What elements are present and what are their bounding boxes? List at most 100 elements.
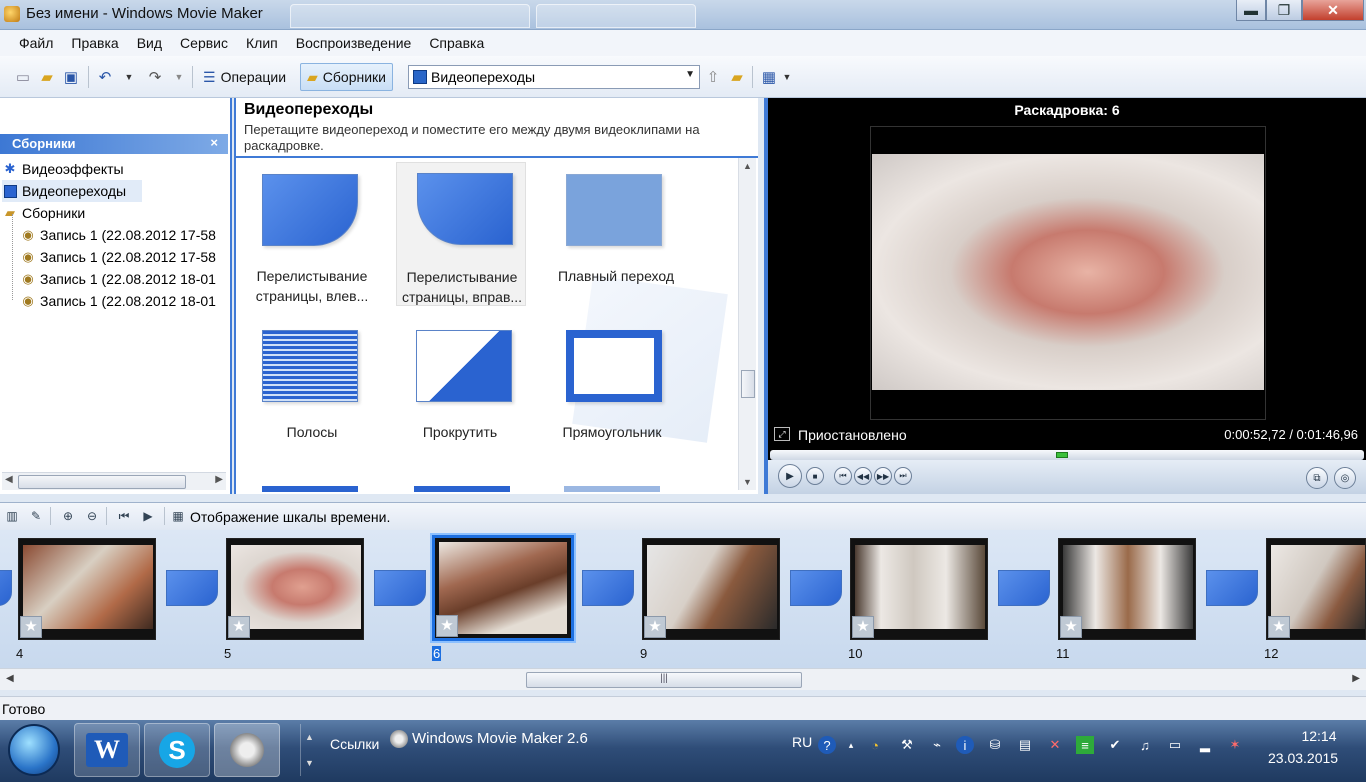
transition-tile[interactable]: Перелистывание страницы, влев... — [242, 174, 372, 324]
minimize-button[interactable]: ▬ — [1236, 0, 1266, 21]
menu-help[interactable]: Справка — [420, 35, 493, 51]
stop-icon[interactable]: ■ — [806, 467, 824, 485]
storyboard-view-icon[interactable]: ▥ — [4, 508, 20, 524]
transition-tile[interactable]: Прямоугольник — [546, 330, 676, 480]
tree-item-recording[interactable]: ◉ Запись 1 (22.08.2012 18-01 — [20, 290, 226, 312]
scroll-left-icon[interactable]: ◀ — [5, 474, 13, 485]
notification-icon[interactable]: ◔ — [866, 736, 884, 754]
redo-dropdown-icon[interactable]: ▼ — [170, 68, 188, 86]
storyboard-clip[interactable]: ★ — [226, 538, 364, 640]
storyboard-scrollbar[interactable]: ◀ ||| ▶ — [0, 668, 1366, 690]
effect-star-icon[interactable]: ★ — [228, 616, 250, 638]
scrollbar-thumb[interactable]: ||| — [526, 672, 802, 688]
clock-date[interactable]: 23.03.2015 — [1268, 750, 1338, 766]
transition-slot[interactable] — [374, 570, 426, 606]
scroll-right-icon[interactable]: ▶ — [215, 474, 223, 485]
toolbar-scroll-icon[interactable]: ▲ ▼ — [300, 724, 318, 776]
storyboard-clip[interactable]: ★ — [1266, 538, 1366, 640]
new-folder-icon[interactable]: ▰ — [728, 68, 746, 86]
storyboard-clip[interactable]: ★ — [850, 538, 988, 640]
device-icon[interactable]: ⌁ — [928, 736, 946, 754]
collections-button[interactable]: ▰ Сборники — [300, 63, 393, 91]
open-project-icon[interactable]: ▰ — [38, 68, 56, 86]
transition-tile[interactable]: Плавный переход — [546, 174, 676, 324]
menu-edit[interactable]: Правка — [62, 35, 127, 51]
tree-item-collections[interactable]: ▰ Сборники — [2, 202, 226, 224]
zoom-in-icon[interactable]: ⊕ — [60, 508, 76, 524]
effect-star-icon[interactable]: ★ — [644, 616, 666, 638]
tree-item-recording[interactable]: ◉ Запись 1 (22.08.2012 17-58 — [20, 246, 226, 268]
transition-tile[interactable]: Полосы — [242, 330, 372, 480]
info-icon[interactable]: i — [956, 736, 974, 754]
transition-slot[interactable] — [582, 570, 634, 606]
menu-tools[interactable]: Сервис — [171, 35, 237, 51]
clock-time[interactable]: 12:14 — [1284, 728, 1354, 744]
undo-icon[interactable]: ↶ — [96, 68, 114, 86]
effect-star-icon[interactable]: ★ — [20, 616, 42, 638]
effect-star-icon[interactable]: ★ — [1060, 616, 1082, 638]
tree-item-recording[interactable]: ◉ Запись 1 (22.08.2012 17-58 — [20, 224, 226, 246]
storyboard-clip[interactable]: ★ — [18, 538, 156, 640]
network-tool-icon[interactable]: ⚒ — [898, 736, 916, 754]
rewind-timeline-icon[interactable]: ⏮ — [116, 508, 132, 524]
tree-item-video-transitions[interactable]: Видеопереходы — [2, 180, 142, 202]
fast-forward-icon[interactable]: ▶▶ — [874, 467, 892, 485]
effect-star-icon[interactable]: ★ — [852, 616, 874, 638]
effect-star-icon[interactable]: ★ — [1268, 616, 1290, 638]
word-taskbar-icon[interactable]: W — [74, 723, 140, 777]
show-timeline-toggle[interactable]: Отображение шкалы времени. — [190, 509, 390, 525]
chevron-down-icon[interactable]: ▼ — [685, 69, 695, 80]
horizontal-scrollbar[interactable]: ◀ ▶ — [2, 472, 226, 490]
transition-slot[interactable] — [0, 570, 12, 606]
transition-slot[interactable] — [1206, 570, 1258, 606]
view-options-icon[interactable]: ▦ — [760, 68, 778, 86]
title-bar[interactable]: Без имени - Windows Movie Maker ▬ ❐ ✕ — [0, 0, 1366, 30]
transition-tile[interactable]: Перелистывание страницы, вправ... — [396, 162, 526, 306]
start-button[interactable] — [8, 724, 60, 776]
clipboard-icon[interactable]: ▤ — [1016, 736, 1034, 754]
storyboard-clip[interactable]: ★ — [1058, 538, 1196, 640]
scrollbar-thumb[interactable] — [18, 475, 186, 489]
display-icon[interactable]: ▭ — [1166, 736, 1184, 754]
scroll-up-icon[interactable]: ▲ — [743, 161, 752, 171]
view-dropdown-icon[interactable]: ▼ — [778, 68, 796, 86]
storyboard-clip-selected[interactable]: ★ — [432, 535, 574, 641]
transition-slot[interactable] — [790, 570, 842, 606]
storyboard-clip[interactable]: ★ — [642, 538, 780, 640]
volume-icon[interactable]: ♫ — [1136, 736, 1154, 754]
fullscreen-icon[interactable]: ⤢ — [774, 427, 790, 441]
tray-expand-icon[interactable]: ▴ — [842, 736, 860, 754]
close-button[interactable]: ✕ — [1302, 0, 1364, 21]
snapshot-icon[interactable]: ◎ — [1334, 467, 1356, 489]
seek-thumb[interactable] — [1056, 452, 1068, 458]
split-clip-icon[interactable]: ⧉ — [1306, 467, 1328, 489]
redo-icon[interactable]: ↷ — [146, 68, 164, 86]
links-toolbar[interactable]: Ссылки — [330, 736, 379, 752]
language-indicator[interactable]: RU — [792, 734, 812, 750]
network-error-icon[interactable]: ✶ — [1226, 736, 1244, 754]
play-icon[interactable]: ▶ — [778, 464, 802, 488]
effect-star-icon[interactable]: ★ — [436, 615, 458, 637]
monitor-check-icon[interactable]: ✔ — [1106, 736, 1124, 754]
vertical-scrollbar[interactable]: ▲ ▼ — [738, 158, 756, 490]
undo-dropdown-icon[interactable]: ▼ — [120, 68, 138, 86]
up-folder-icon[interactable]: ⇧ — [704, 68, 722, 86]
tasks-button[interactable]: ☰ Операции — [196, 63, 293, 91]
transition-tile[interactable]: Прокрутить — [396, 330, 526, 480]
zoom-out-icon[interactable]: ⊖ — [84, 508, 100, 524]
sync-icon[interactable]: ≡ — [1076, 736, 1094, 754]
scrollbar-thumb[interactable] — [741, 370, 755, 398]
tree-item-video-effects[interactable]: ✱ Видеоэффекты — [2, 158, 226, 180]
help-icon[interactable]: ? — [818, 736, 836, 754]
menu-clip[interactable]: Клип — [237, 35, 287, 51]
previous-frame-icon[interactable]: ⏮ — [834, 467, 852, 485]
rewind-icon[interactable]: ◀◀ — [854, 467, 872, 485]
signal-icon[interactable]: ▂ — [1196, 736, 1214, 754]
menu-view[interactable]: Вид — [128, 35, 171, 51]
next-frame-icon[interactable]: ⏭ — [894, 467, 912, 485]
scroll-down-icon[interactable]: ▼ — [743, 477, 752, 487]
scroll-right-icon[interactable]: ▶ — [1352, 673, 1360, 684]
play-timeline-icon[interactable]: ▶ — [140, 508, 156, 524]
movie-maker-taskbar-icon[interactable] — [214, 723, 280, 777]
new-project-icon[interactable]: ▭ — [14, 68, 32, 86]
